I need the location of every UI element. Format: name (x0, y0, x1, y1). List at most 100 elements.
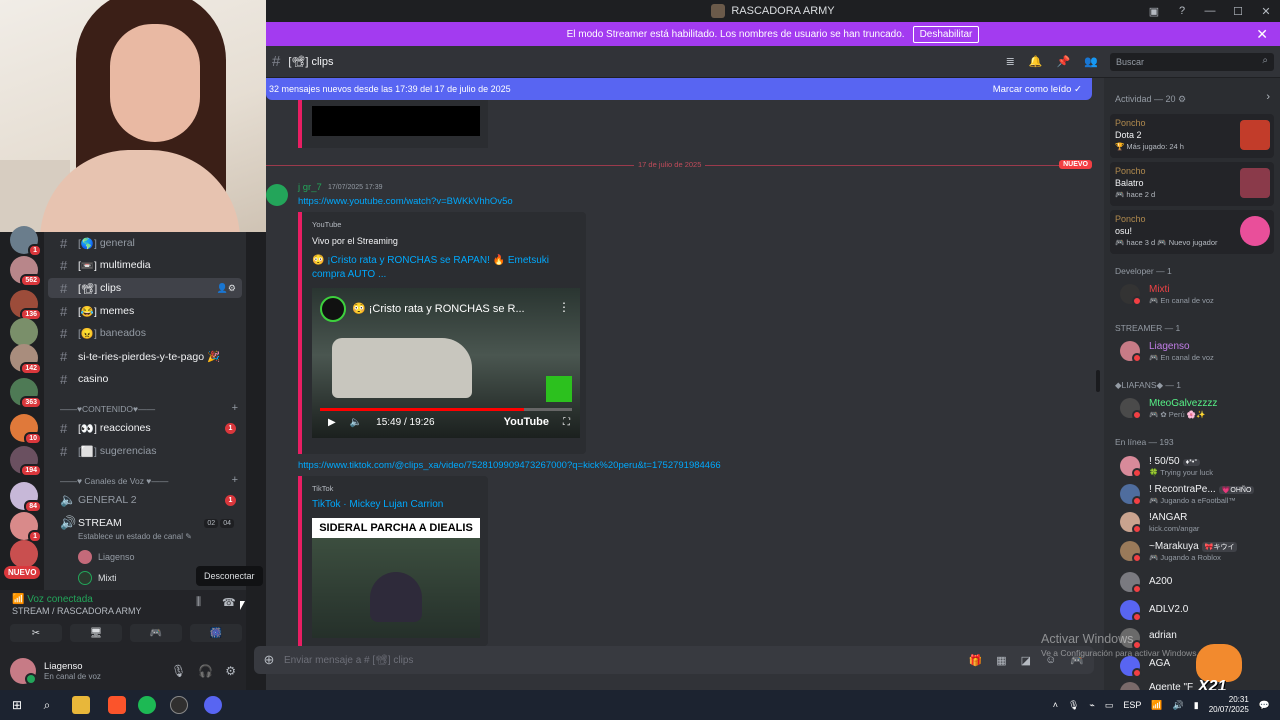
member-item[interactable]: Liagenso 🎮 En canal de voz (1120, 339, 1276, 363)
sticker-icon[interactable]: ◪ (1021, 654, 1031, 667)
member-item[interactable]: MteoGalvezzzz 🎮 ✿ Perú 🌸✨ (1120, 396, 1276, 420)
message-author[interactable]: j gr_7 (298, 182, 322, 193)
member-list-icon[interactable]: 👥 (1084, 55, 1098, 68)
pin-icon[interactable]: 📌 (1057, 55, 1071, 68)
minimize-button[interactable]: — (1196, 0, 1224, 22)
activity-card[interactable]: Poncho osu! 🎮 hace 3 d 🎮 Nuevo jugador (1110, 210, 1274, 254)
youtube-link[interactable]: https://www.youtube.com/watch?v=BWKkVhhO… (298, 196, 513, 207)
member-item[interactable]: A200 (1120, 570, 1276, 594)
activity-card[interactable]: Poncho Balatro 🎮 hace 2 d (1110, 162, 1274, 206)
maximize-button[interactable]: ☐ (1224, 0, 1252, 22)
channel-si-te-ries[interactable]: # si-te-ries-pierdes-y-te-pago 🎉 (48, 346, 242, 366)
threads-icon[interactable]: ≣ (1006, 55, 1015, 68)
tray-language[interactable]: ESP (1123, 700, 1141, 710)
user-area[interactable]: Liagenso En canal de voz 🎙 🎧 ⚙ (0, 652, 246, 690)
server-icon[interactable] (10, 318, 38, 346)
server-icon[interactable]: 1 (10, 226, 42, 257)
member-item[interactable]: Mixti 🎮 En canal de voz (1120, 282, 1276, 306)
server-icon[interactable]: 194 (10, 446, 42, 477)
discord-icon[interactable] (204, 696, 222, 714)
message-composer[interactable]: ⊕ Enviar mensaje a # [📽] clips 🎁 ▦ ◪ ☺ 🎮 (254, 646, 1094, 674)
volume-icon[interactable]: 🔈 (350, 417, 362, 428)
voice-location[interactable]: STREAM / RASCADORA ARMY (12, 606, 142, 616)
tray-volume-icon[interactable]: 🔊 (1173, 700, 1184, 711)
mark-read-button[interactable]: Marcar como leído ✓ (993, 84, 1082, 95)
chevron-right-icon[interactable]: › (1266, 91, 1270, 103)
server-icon[interactable] (10, 540, 38, 568)
tray-network-icon[interactable]: ▭ (1105, 700, 1114, 711)
screen-share-button[interactable]: 🖥 (70, 624, 122, 642)
search-icon[interactable]: ⌕ (38, 696, 56, 714)
gift-icon[interactable]: 🎁 (969, 654, 983, 667)
activity-card[interactable]: Poncho Dota 2 🏆 Más jugado: 24 h (1110, 114, 1274, 158)
help-icon[interactable]: ? (1168, 0, 1196, 22)
gif-icon[interactable]: ▦ (996, 654, 1006, 667)
channel-baneados[interactable]: # [😠] baneados (48, 323, 242, 343)
search-input[interactable]: Buscar ⌕ (1110, 53, 1274, 71)
server-icon[interactable]: 84 (10, 482, 42, 513)
tray-mic-icon[interactable]: 🎙 (1068, 700, 1079, 711)
server-icon[interactable]: 142 (10, 344, 42, 375)
channel-sugerencias[interactable]: # [⬜] sugerencias (48, 441, 242, 461)
new-messages-bar[interactable]: 32 mensajes nuevos desde las 17:39 del 1… (266, 78, 1092, 100)
play-icon[interactable]: ▶ (328, 417, 336, 428)
inbox-icon[interactable]: ▣ (1140, 0, 1168, 22)
tray-chevron-icon[interactable]: ˄ (1053, 700, 1058, 710)
noise-suppression-icon[interactable]: ⫼ (196, 596, 201, 609)
member-item[interactable]: ! 50/50 ♦*•° 🍀 Trying your luck (1120, 454, 1276, 478)
microphone-icon[interactable]: 🎙 (171, 664, 186, 678)
channel-reacciones[interactable]: # [👀] reacciones 1 (48, 418, 242, 438)
embed-title[interactable]: TikTok · Mickey Lujan Carrion (312, 498, 443, 512)
close-banner-icon[interactable]: ✕ (1256, 26, 1268, 43)
close-button[interactable]: ✕ (1252, 0, 1280, 22)
video-progress[interactable] (320, 408, 572, 411)
brave-browser-icon[interactable] (108, 696, 126, 714)
channel-multimedia[interactable]: # [📼] multimedia (48, 255, 242, 275)
fullscreen-icon[interactable]: ⛶ (563, 417, 570, 428)
embed-title[interactable]: 😳 ¡Cristo rata y RONCHAS se RAPAN! 🔥 Eme… (312, 254, 572, 282)
youtube-player[interactable]: 😳 ¡Cristo rata y RONCHAS se R... ⋮ ▶ 🔈 1… (312, 288, 580, 438)
tray-wifi-icon[interactable]: 📶 (1151, 700, 1162, 711)
activity-button[interactable]: 🎮 (130, 624, 182, 642)
scrollbar[interactable] (1096, 370, 1100, 392)
category-contenido[interactable]: ——♥CONTENIDO♥—— (60, 404, 155, 414)
windows-start-icon[interactable]: ⊞ (8, 696, 26, 714)
spotify-icon[interactable] (138, 696, 156, 714)
obs-icon[interactable] (170, 696, 188, 714)
youtube-logo[interactable]: YouTube (504, 416, 549, 428)
tray-usb-icon[interactable]: ⌁ (1089, 700, 1094, 711)
tiktok-thumbnail[interactable]: SIDERAL PARCHA A DIEALIS (312, 518, 480, 638)
disconnect-icon[interactable]: ☎ (222, 596, 236, 609)
channel-settings-icon[interactable]: 👤⚙ (217, 283, 236, 294)
clock[interactable]: 20:31 20/07/2025 (1209, 695, 1249, 716)
camera-off-button[interactable]: ✂ (10, 624, 62, 642)
add-attachment-icon[interactable]: ⊕ (254, 652, 284, 668)
member-item[interactable]: ADLV2.0 (1120, 598, 1276, 622)
more-options-icon[interactable]: ⋮ (558, 300, 570, 314)
server-icon[interactable]: 136 (10, 290, 42, 321)
disable-streamer-button[interactable]: Deshabilitar (912, 25, 980, 43)
member-item[interactable]: !ANGAR kick.com/angar (1120, 510, 1276, 534)
channel-clips[interactable]: # [📽] clips 👤⚙ (48, 278, 242, 298)
file-explorer-icon[interactable] (72, 696, 90, 714)
voice-channel-general-2[interactable]: 🔈 GENERAL 2 1 (48, 490, 242, 510)
embed-author[interactable]: Vivo por el Streaming (312, 236, 398, 246)
add-channel-icon[interactable]: + (232, 402, 238, 414)
voice-user[interactable]: Mixti (78, 571, 117, 585)
channel-status-prompt[interactable]: Establece un estado de canal ✎ (78, 532, 192, 541)
tiktok-link[interactable]: https://www.tiktok.com/@clips_xa/video/7… (298, 460, 721, 471)
bell-icon[interactable]: 🔔 (1029, 55, 1043, 68)
server-icon[interactable]: 562 (10, 256, 42, 287)
channel-general[interactable]: # [🌎] general (48, 233, 242, 253)
server-icon[interactable]: 1 (10, 512, 42, 543)
add-voice-channel-icon[interactable]: + (232, 474, 238, 486)
member-item[interactable]: ~Marakuya 🎀キウイ 🎮 Jugando a Roblox (1120, 539, 1276, 563)
server-icon[interactable]: 363 (10, 378, 42, 409)
notifications-icon[interactable]: 💬 (1259, 700, 1270, 711)
member-item[interactable]: ! RecontraPe... 💗OHÑO 🎮 Jugando a eFootbal… (1120, 482, 1276, 506)
server-icon[interactable]: 10 (10, 414, 42, 445)
voice-channel-stream[interactable]: 🔊 STREAM 02 04 (48, 513, 242, 533)
voice-user[interactable]: Liagenso (78, 550, 135, 564)
channel-casino[interactable]: # casino (48, 369, 242, 389)
soundboard-button[interactable]: 🎆 (190, 624, 242, 642)
